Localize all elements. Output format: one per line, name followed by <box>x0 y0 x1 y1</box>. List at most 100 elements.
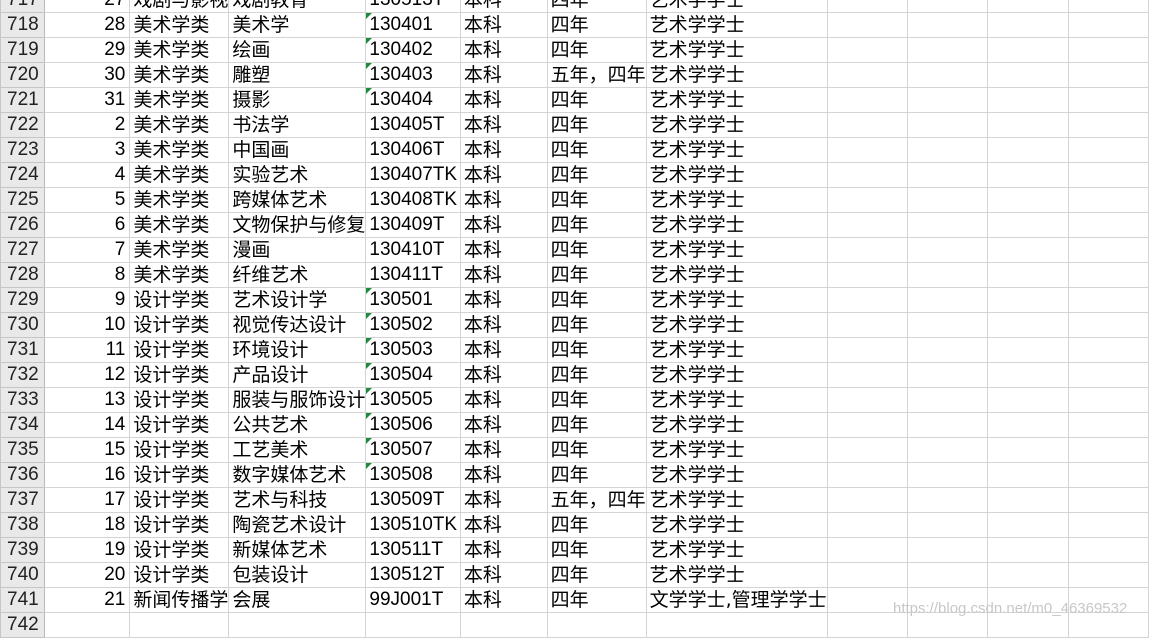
cell-seq[interactable]: 15 <box>43 437 131 463</box>
empty-cell[interactable] <box>987 287 1069 313</box>
row-header[interactable]: 719 <box>0 37 45 63</box>
cell-level[interactable]: 本科 <box>459 162 548 188</box>
cell-category[interactable]: 美术学类 <box>129 12 230 38</box>
cell-seq[interactable]: 9 <box>43 287 131 313</box>
cell-category[interactable]: 美术学类 <box>129 162 230 188</box>
cell-degree[interactable]: 艺术学学士 <box>645 387 828 413</box>
cell-code[interactable]: 130403 <box>365 62 461 88</box>
cell-seq[interactable]: 17 <box>43 487 131 513</box>
empty-cell[interactable] <box>987 237 1069 263</box>
cell-years[interactable]: 四年 <box>546 287 647 313</box>
cell-seq[interactable]: 5 <box>43 187 131 213</box>
cell-degree[interactable]: 艺术学学士 <box>645 462 828 488</box>
cell-degree[interactable]: 艺术学学士 <box>645 162 828 188</box>
cell-degree[interactable]: 艺术学学士 <box>645 212 828 238</box>
empty-cell[interactable] <box>987 462 1069 488</box>
empty-cell[interactable] <box>1067 412 1149 438</box>
cell-code[interactable]: 130501 <box>365 287 461 313</box>
cell-level[interactable]: 本科 <box>459 512 548 538</box>
cell-level[interactable]: 本科 <box>459 0 548 13</box>
cell-category[interactable]: 新闻传播学 <box>129 587 230 613</box>
empty-cell[interactable] <box>987 262 1069 288</box>
empty-cell[interactable] <box>906 537 989 563</box>
cell-degree[interactable]: 艺术学学士 <box>645 487 828 513</box>
cell-years[interactable]: 四年 <box>546 112 647 138</box>
empty-cell[interactable] <box>906 187 989 213</box>
cell-category[interactable] <box>129 612 230 638</box>
cell-years[interactable]: 四年 <box>546 562 647 588</box>
empty-cell[interactable] <box>826 62 908 88</box>
cell-category[interactable]: 设计学类 <box>129 562 230 588</box>
cell-major[interactable]: 美术学 <box>228 12 367 38</box>
cell-level[interactable]: 本科 <box>459 287 548 313</box>
row-header[interactable]: 735 <box>0 437 45 463</box>
empty-cell[interactable] <box>987 187 1069 213</box>
empty-cell[interactable] <box>826 237 908 263</box>
empty-cell[interactable] <box>906 362 989 388</box>
empty-cell[interactable] <box>826 212 908 238</box>
cell-major[interactable]: 新媒体艺术 <box>228 537 367 563</box>
cell-major[interactable]: 陶瓷艺术设计 <box>228 512 367 538</box>
row-header[interactable]: 733 <box>0 387 45 413</box>
cell-level[interactable]: 本科 <box>459 487 548 513</box>
cell-category[interactable]: 设计学类 <box>129 412 230 438</box>
empty-cell[interactable] <box>987 87 1069 113</box>
empty-cell[interactable] <box>906 462 989 488</box>
empty-cell[interactable] <box>1067 137 1149 163</box>
cell-major[interactable]: 环境设计 <box>228 337 367 363</box>
empty-cell[interactable] <box>906 212 989 238</box>
cell-code[interactable] <box>365 612 461 638</box>
cell-seq[interactable]: 31 <box>43 87 131 113</box>
cell-years[interactable]: 五年，四年 <box>546 62 647 88</box>
empty-cell[interactable] <box>1067 462 1149 488</box>
row-header[interactable]: 734 <box>0 412 45 438</box>
cell-category[interactable]: 美术学类 <box>129 62 230 88</box>
empty-cell[interactable] <box>987 0 1069 13</box>
cell-level[interactable]: 本科 <box>459 187 548 213</box>
empty-cell[interactable] <box>987 137 1069 163</box>
cell-level[interactable]: 本科 <box>459 362 548 388</box>
cell-degree[interactable]: 艺术学学士 <box>645 512 828 538</box>
cell-major[interactable]: 戏剧教育 <box>228 0 367 13</box>
cell-degree[interactable]: 艺术学学士 <box>645 437 828 463</box>
cell-major[interactable]: 服装与服饰设计 <box>228 387 367 413</box>
cell-degree[interactable]: 文学学士,管理学学士 <box>645 587 828 613</box>
cell-major[interactable] <box>228 612 367 638</box>
cell-degree[interactable]: 艺术学学士 <box>645 262 828 288</box>
cell-category[interactable]: 美术学类 <box>129 37 230 63</box>
empty-cell[interactable] <box>1067 187 1149 213</box>
cell-major[interactable]: 实验艺术 <box>228 162 367 188</box>
cell-years[interactable] <box>546 612 647 638</box>
cell-degree[interactable]: 艺术学学士 <box>645 412 828 438</box>
cell-code[interactable]: 130408TK <box>365 187 461 213</box>
cell-level[interactable]: 本科 <box>459 12 548 38</box>
cell-seq[interactable]: 18 <box>43 512 131 538</box>
cell-years[interactable]: 四年 <box>546 462 647 488</box>
empty-cell[interactable] <box>826 12 908 38</box>
row-header[interactable]: 731 <box>0 337 45 363</box>
row-header[interactable]: 739 <box>0 537 45 563</box>
cell-degree[interactable]: 艺术学学士 <box>645 337 828 363</box>
cell-level[interactable]: 本科 <box>459 262 548 288</box>
cell-degree[interactable]: 艺术学学士 <box>645 62 828 88</box>
row-header[interactable]: 742 <box>0 612 45 638</box>
cell-code[interactable]: 130507 <box>365 437 461 463</box>
cell-level[interactable]: 本科 <box>459 412 548 438</box>
cell-seq[interactable] <box>43 612 131 638</box>
cell-major[interactable]: 书法学 <box>228 112 367 138</box>
empty-cell[interactable] <box>906 487 989 513</box>
cell-major[interactable]: 艺术设计学 <box>228 287 367 313</box>
cell-seq[interactable]: 7 <box>43 237 131 263</box>
row-header[interactable]: 730 <box>0 312 45 338</box>
cell-major[interactable]: 漫画 <box>228 237 367 263</box>
cell-degree[interactable]: 艺术学学士 <box>645 562 828 588</box>
cell-major[interactable]: 绘画 <box>228 37 367 63</box>
cell-seq[interactable]: 3 <box>43 137 131 163</box>
cell-degree[interactable]: 艺术学学士 <box>645 12 828 38</box>
empty-cell[interactable] <box>906 562 989 588</box>
cell-degree[interactable]: 艺术学学士 <box>645 537 828 563</box>
cell-major[interactable]: 会展 <box>228 587 367 613</box>
cell-years[interactable]: 四年 <box>546 537 647 563</box>
empty-cell[interactable] <box>1067 437 1149 463</box>
cell-code[interactable]: 130407TK <box>365 162 461 188</box>
